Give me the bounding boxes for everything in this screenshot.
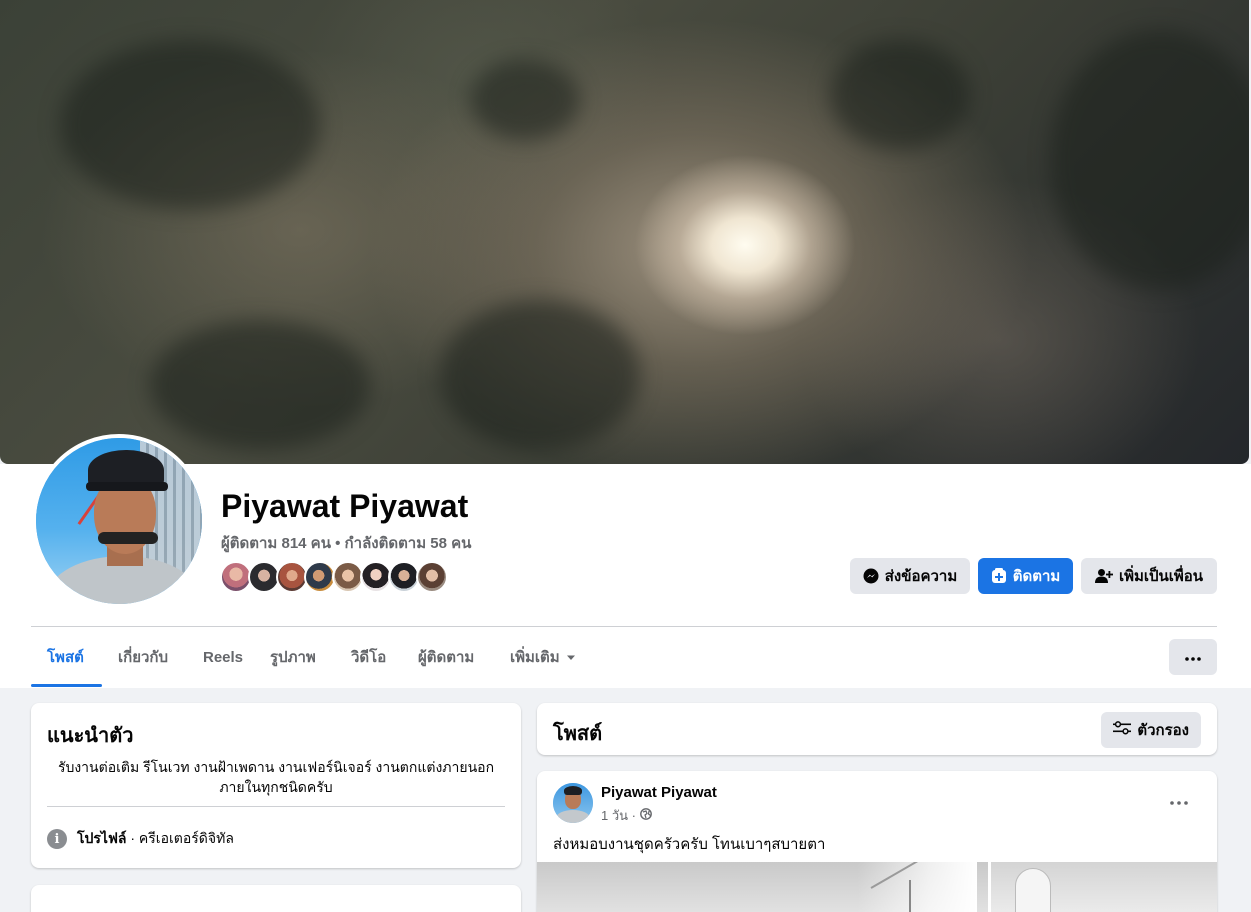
cover-photo[interactable] [0, 0, 1249, 464]
more-dots-icon [1185, 648, 1201, 666]
follower-counts[interactable]: ผู้ติดตาม 814 คน • กำลังติดตาม 58 คน [221, 531, 471, 555]
tab-followers[interactable]: ผู้ติดตาม [418, 640, 474, 674]
tab-reels[interactable]: Reels [203, 640, 243, 674]
add-friend-icon [1094, 568, 1113, 584]
intro-divider [47, 806, 505, 807]
active-tab-indicator [31, 684, 102, 687]
posts-title: โพสต์ [553, 723, 603, 745]
header-divider [31, 626, 1217, 627]
post-image[interactable] [991, 862, 1217, 912]
photos-card [31, 885, 521, 912]
intro-bio-line: รับงานต่อเติม รีโนเวท งานฝ้าเพดาน งานเฟอ… [57, 759, 495, 775]
follow-button[interactable]: ติดตาม [978, 558, 1073, 594]
post-options-button[interactable] [1161, 789, 1197, 813]
chevron-down-icon [566, 649, 576, 666]
friend-avatars [220, 561, 448, 593]
intro-bio-line: ภายในทุกชนิดครับ [219, 779, 333, 795]
post-author-avatar[interactable] [553, 783, 593, 823]
intro-card: แนะนำตัว รับงานต่อเติม รีโนเวท งานฝ้าเพด… [31, 703, 521, 868]
globe-icon [640, 808, 652, 823]
intro-title: แนะนำตัว [47, 725, 134, 747]
tab-more-label: เพิ่มเติม [510, 649, 560, 666]
filter-button[interactable]: ตัวกรอง [1101, 712, 1201, 748]
message-button-label: ส่งข้อความ [884, 568, 958, 585]
intro-bio: รับงานต่อเติม รีโนเวท งานฝ้าเพดาน งานเฟอ… [47, 757, 505, 797]
add-friend-button-label: เพิ่มเป็นเพื่อน [1118, 568, 1204, 585]
intro-profile-separator: · [126, 830, 139, 846]
tab-about[interactable]: เกี่ยวกับ [118, 640, 168, 674]
friend-avatar[interactable] [416, 561, 448, 593]
intro-profile-label: โปรไฟล์ [77, 830, 127, 846]
message-button[interactable]: ส่งข้อความ [850, 558, 970, 594]
tab-videos[interactable]: วิดีโอ [351, 640, 386, 674]
post-author-name[interactable]: Piyawat Piyawat [601, 784, 717, 801]
info-icon: i [47, 829, 67, 849]
post-card: Piyawat Piyawat 1 วัน · ส่งหมอบงานชุดครั… [537, 771, 1217, 912]
profile-name: Piyawat Piyawat [221, 488, 469, 524]
post-timestamp[interactable]: 1 วัน · [601, 805, 636, 826]
tab-more[interactable]: เพิ่มเติม [510, 640, 576, 674]
follow-icon [991, 568, 1007, 584]
profile-more-options-button[interactable] [1169, 639, 1217, 675]
intro-profile-value: ครีเอเตอร์ดิจิทัล [138, 830, 234, 846]
filter-icon [1113, 721, 1132, 739]
more-dots-icon [1170, 792, 1188, 810]
messenger-icon [863, 568, 879, 584]
posts-header-card: โพสต์ ตัวกรอง [537, 703, 1217, 755]
post-text: ส่งหมอบงานชุดครัวครับ โทนเบาๆสบายตา [553, 836, 826, 853]
tab-photos[interactable]: รูปภาพ [270, 640, 316, 674]
tab-posts[interactable]: โพสต์ [47, 640, 84, 674]
filter-button-label: ตัวกรอง [1137, 722, 1189, 739]
intro-profile-row: i โปรไฟล์ · ครีเอเตอร์ดิจิทัล [47, 828, 234, 850]
post-image[interactable] [537, 862, 988, 912]
follow-button-label: ติดตาม [1012, 568, 1061, 585]
post-meta: 1 วัน · [601, 805, 652, 826]
add-friend-button[interactable]: เพิ่มเป็นเพื่อน [1081, 558, 1217, 594]
profile-avatar[interactable] [32, 434, 206, 608]
